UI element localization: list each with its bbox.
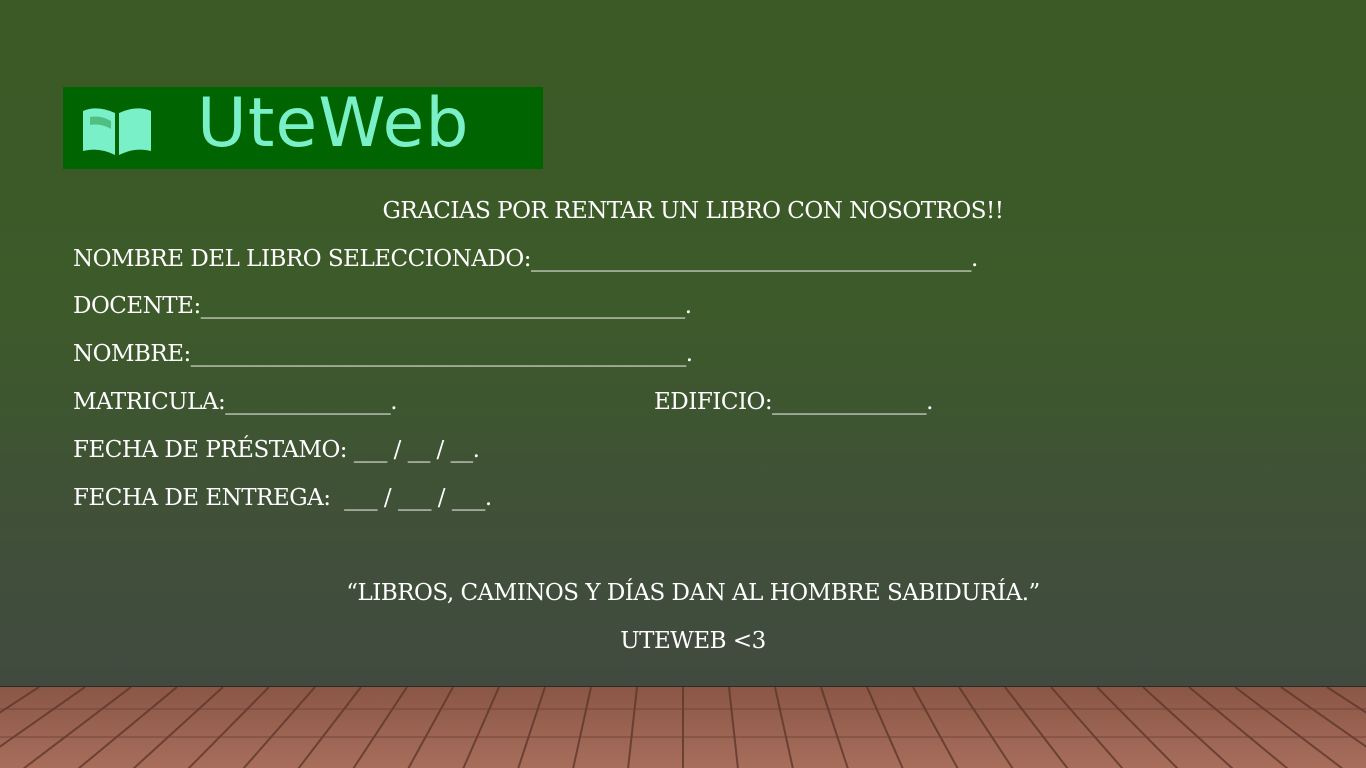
book-name-field: NOMBRE DEL LIBRO SELECCIONADO:__________…	[73, 246, 978, 272]
quote-text: “LIBROS, CAMINOS Y DÍAS DAN AL HOMBRE SA…	[346, 580, 1040, 606]
name-field: NOMBRE:_________________________________…	[73, 341, 693, 367]
logo-brand-text: UteWeb	[197, 84, 470, 163]
thank-you-heading: GRACIAS POR RENTAR UN LIBRO CON NOSOTROS…	[382, 198, 1004, 224]
enrollment-field: MATRICULA:_______________.	[73, 389, 398, 415]
floor-planks	[0, 687, 1366, 768]
teacher-field: DOCENTE:________________________________…	[73, 293, 692, 319]
uteweb-logo: UteWeb	[63, 84, 543, 169]
signature-text: UTEWEB <3	[620, 628, 766, 654]
loan-date-field: FECHA DE PRÉSTAMO: ___ / __ / __.	[73, 437, 480, 463]
slide-background: UteWeb GRACIAS POR RENTAR UN LIBRO CON N…	[0, 0, 1366, 686]
return-date-field: FECHA DE ENTREGA: ___ / ___ / ___.	[73, 485, 492, 511]
wooden-floor	[0, 686, 1366, 768]
open-book-icon	[83, 108, 151, 155]
building-field: EDIFICIO:______________.	[654, 389, 933, 415]
